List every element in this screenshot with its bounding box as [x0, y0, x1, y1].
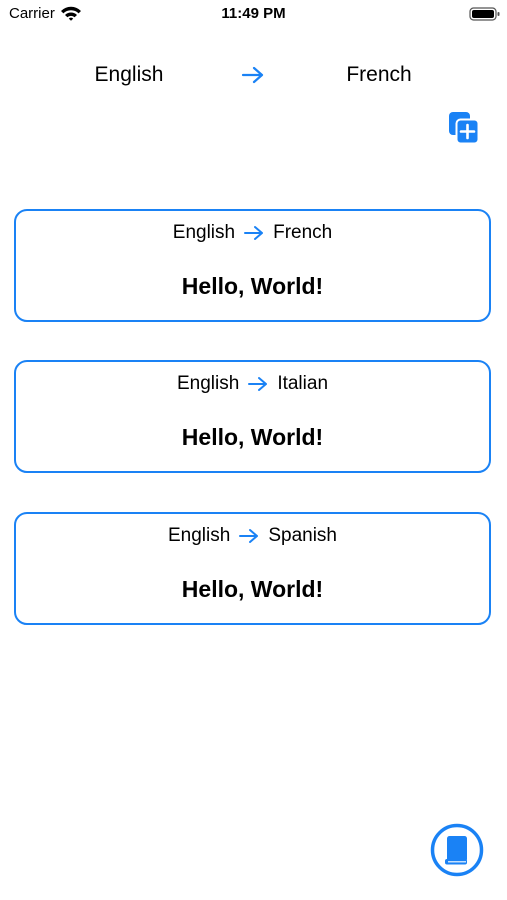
card-target-language: Spanish	[268, 525, 337, 546]
card-language-pair: English French	[16, 221, 489, 245]
arrow-right-icon	[248, 377, 268, 391]
card-target-language: French	[273, 222, 333, 243]
book-icon[interactable]	[430, 823, 484, 877]
card-translation-text: Hello, World!	[181, 424, 324, 450]
source-language-button[interactable]: English	[70, 58, 188, 92]
card-source-language: English	[176, 373, 240, 394]
card-target-language: Italian	[277, 373, 329, 394]
translation-card-italian[interactable]: English Italian Hello, World!	[14, 360, 491, 473]
arrow-right-icon	[244, 226, 264, 240]
translation-card-spanish[interactable]: English Spanish Hello, World!	[14, 512, 491, 625]
status-bar: Carrier 11:49 PM	[0, 0, 507, 28]
translation-card-french[interactable]: English French Hello, World!	[14, 209, 491, 322]
card-language-pair: English Spanish	[16, 524, 489, 548]
status-time: 11:49 PM	[221, 5, 286, 22]
arrow-right-icon	[239, 529, 259, 543]
card-source-language: English	[168, 525, 231, 546]
add-translation-icon[interactable]	[447, 110, 481, 146]
language-selector: English French	[0, 58, 507, 92]
card-translation-text: Hello, World!	[181, 576, 324, 602]
battery-icon	[469, 7, 500, 21]
target-language-button[interactable]: French	[322, 58, 436, 92]
arrow-right-icon	[241, 66, 264, 84]
card-language-pair: English Italian	[16, 372, 489, 396]
card-source-language: English	[172, 222, 236, 243]
card-translation-text: Hello, World!	[181, 273, 324, 299]
